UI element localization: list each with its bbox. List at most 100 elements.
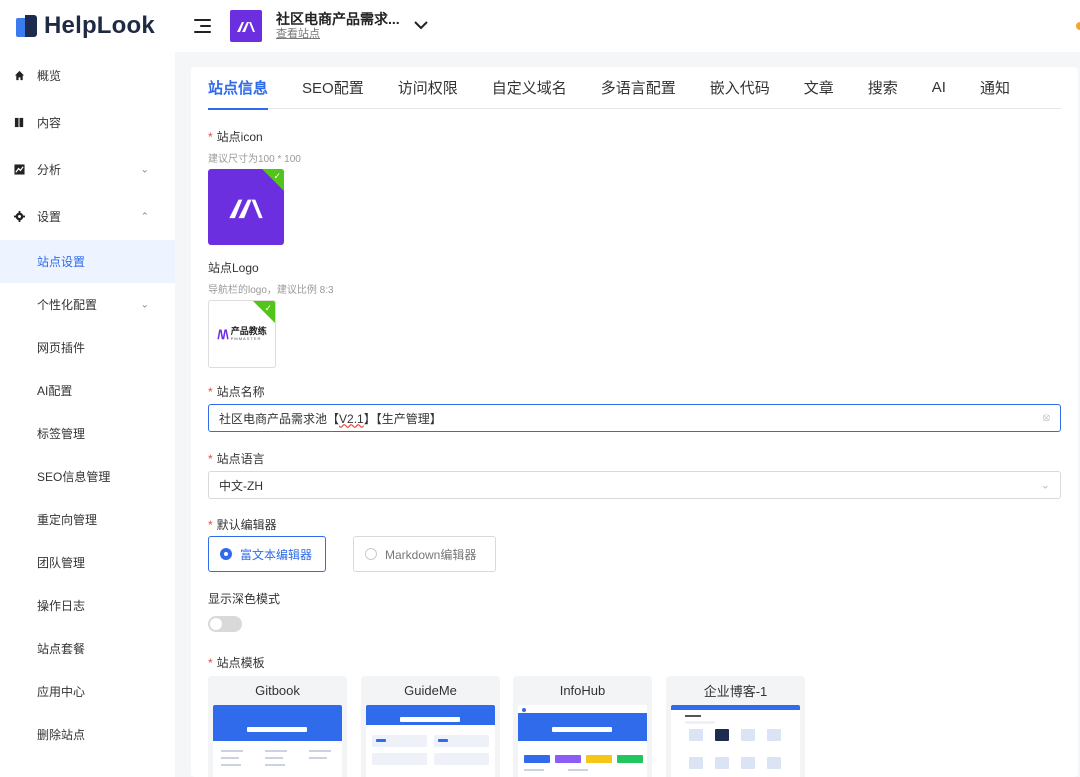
sidebar-sub-team[interactable]: 团队管理 [0,541,175,584]
sidebar-sub-web-plugin[interactable]: 网页插件 [0,326,175,369]
sidebar-item-label: 网页插件 [37,341,86,355]
dark-mode-label: 显示深色模式 [208,592,281,606]
dark-mode-toggle[interactable] [208,616,242,632]
sidebar-item-label: 团队管理 [37,556,86,570]
sidebar-item-label: AI配置 [37,384,73,398]
logo-subtext: PMMASTER [230,336,262,341]
sidebar-sub-seo[interactable]: SEO信息管理 [0,455,175,498]
tab-ai[interactable]: AI [932,67,946,109]
site-icon-upload[interactable]: ✓ [208,169,284,245]
sidebar-sub-apps[interactable]: 应用中心 [0,670,175,713]
clear-icon[interactable]: ⦻ [1043,412,1050,425]
tab-search[interactable]: 搜索 [868,67,898,109]
sidebar-item-analytics[interactable]: 分析 ⌄ [0,146,175,193]
sidebar-sub-site-settings[interactable]: 站点设置 [0,240,175,283]
sidebar-sub-logs[interactable]: 操作日志 [0,584,175,627]
site-logo-label: 站点Logo [208,261,259,275]
sidebar-item-label: 站点设置 [37,255,86,269]
book-icon [14,117,24,128]
logo-text: 产品教练 [230,326,267,336]
template-preview [213,705,342,777]
menu-toggle-icon[interactable] [194,19,211,33]
chevron-down-icon: ⌄ [1040,479,1050,492]
template-name: 企业博客-1 [703,684,768,699]
sidebar-item-label: SEO信息管理 [37,470,111,484]
sidebar-item-label: 设置 [37,210,62,224]
site-icon-hint: 建议尺寸为100 * 100 [208,154,301,165]
sidebar-sub-personalization[interactable]: 个性化配置 ⌄ [0,283,175,326]
template-card-gitbook[interactable]: Gitbook [208,676,347,777]
site-logo-icon [237,22,255,32]
home-icon [14,70,25,81]
sidebar-sub-redirect[interactable]: 重定向管理 [0,498,175,541]
template-preview [518,705,647,777]
tab-custom-domain[interactable]: 自定义域名 [492,67,567,109]
editor-option-label: Markdown编辑器 [385,547,477,562]
brand-mark-icon: /\/\ [217,326,228,342]
sidebar-sub-plan[interactable]: 站点套餐 [0,627,175,670]
notification-dot[interactable] [1076,22,1080,30]
site-title: 社区电商产品需求... [276,11,400,27]
gear-icon [14,211,25,222]
chevron-down-icon: ⌄ [140,164,149,175]
template-name: GuideMe [404,683,457,698]
chart-icon [14,164,25,175]
sidebar-item-label: 分析 [37,163,62,177]
sidebar-item-content[interactable]: 内容 [0,99,175,146]
tab-access[interactable]: 访问权限 [398,67,458,109]
default-editor-label: * 默认编辑器 [208,518,277,532]
sidebar-item-overview[interactable]: 概览 [0,52,175,99]
template-name: Gitbook [255,683,300,698]
sidebar-item-label: 个性化配置 [37,298,98,312]
sidebar-item-label: 标签管理 [37,427,86,441]
brand-name: HelpLook [44,12,155,39]
settings-tabs: 站点信息 SEO配置 访问权限 自定义域名 多语言配置 嵌入代码 文章 搜索 A… [208,67,1061,110]
site-logo-upload[interactable]: /\/\ 产品教练 PMMASTER ✓ [208,300,276,368]
template-card-blog[interactable]: 企业博客-1 [666,676,805,777]
editor-option-richtext[interactable]: 富文本编辑器 [208,536,326,572]
sidebar-item-label: 概览 [37,69,62,83]
brand[interactable]: HelpLook [0,0,175,52]
topbar: 社区电商产品需求... 查看站点 [175,0,1080,52]
main-panel: 站点信息 SEO配置 访问权限 自定义域名 多语言配置 嵌入代码 文章 搜索 A… [191,67,1078,777]
sidebar-item-label: 站点套餐 [37,642,86,656]
site-name-input[interactable]: 社区电商产品需求池【V2.1】【生产管理】 ⦻ [208,404,1061,432]
radio-selected-icon [220,548,232,560]
site-language-label: * 站点语言 [208,452,265,466]
tab-multilang[interactable]: 多语言配置 [601,67,676,109]
radio-unselected-icon [365,548,377,560]
site-name-label: * 站点名称 [208,385,265,399]
site-avatar[interactable] [230,10,262,42]
sidebar-sub-ai-config[interactable]: AI配置 [0,369,175,412]
sidebar: HelpLook 概览 内容 分析 ⌄ 设置 ⌃ 站点设置 个性化配置 ⌄ 网页… [0,0,175,777]
template-card-infohub[interactable]: InfoHub [513,676,652,777]
tab-notify[interactable]: 通知 [980,67,1010,109]
chevron-down-icon: ⌄ [140,299,149,310]
sidebar-sub-tags[interactable]: 标签管理 [0,412,175,455]
tab-embed[interactable]: 嵌入代码 [710,67,770,109]
chevron-up-icon: ⌃ [140,211,149,222]
sidebar-item-label: 重定向管理 [37,513,98,527]
sidebar-item-settings[interactable]: 设置 ⌃ [0,193,175,240]
template-card-guideme[interactable]: GuideMe [361,676,500,777]
template-preview [671,705,800,777]
chevron-down-icon[interactable] [413,17,428,35]
tab-site-info[interactable]: 站点信息 [208,67,269,110]
tab-seo[interactable]: SEO配置 [302,67,364,109]
editor-option-markdown[interactable]: Markdown编辑器 [353,536,496,572]
site-name-value: 社区电商产品需求池【V2.1】【生产管理】 [219,411,442,426]
sidebar-item-label: 内容 [37,116,62,130]
site-language-value: 中文-ZH [219,478,263,493]
sidebar-item-label: 删除站点 [37,728,86,742]
view-site-link[interactable]: 查看站点 [276,28,400,41]
check-icon: ✓ [273,171,281,181]
sidebar-sub-delete-site[interactable]: 删除站点 [0,713,175,756]
site-language-select[interactable]: 中文-ZH ⌄ [208,471,1061,499]
template-name: InfoHub [559,683,606,698]
template-preview [366,705,495,777]
check-icon: ✓ [264,303,272,313]
site-logo-hint: 导航栏的logo，建议比例 8:3 [208,285,334,296]
tab-article[interactable]: 文章 [804,67,834,109]
site-icon-label: * 站点icon [208,130,263,144]
site-logo-icon [229,199,263,219]
